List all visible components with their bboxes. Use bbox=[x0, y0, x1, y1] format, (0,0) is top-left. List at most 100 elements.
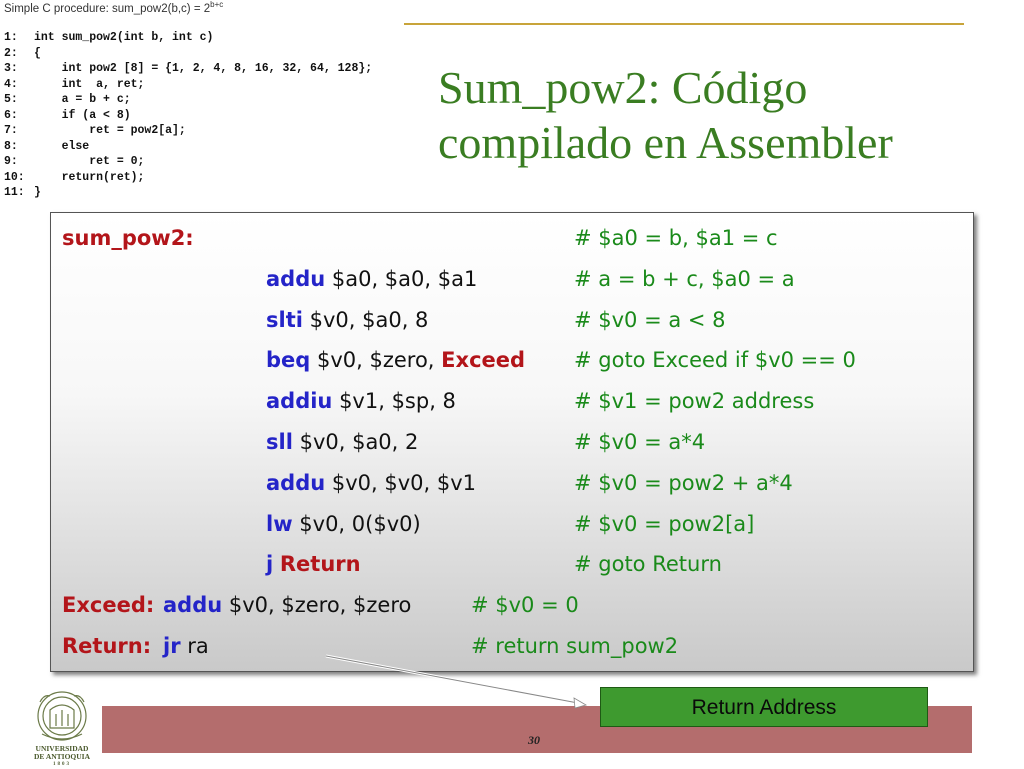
asm-row: beq $v0, $zero, Exceed # goto Exceed if $… bbox=[51, 342, 973, 378]
asm-args: $v0, 0($v0) bbox=[292, 511, 421, 536]
asm-comment: # $a0 = b, $a1 = c bbox=[574, 226, 778, 250]
logo-line-2: DE ANTIOQUIA bbox=[33, 752, 91, 761]
asm-row: sll $v0, $a0, 2 # $v0 = a*4 bbox=[51, 424, 973, 460]
label-return: Return: bbox=[62, 634, 152, 658]
code-line: 1: int sum_pow2(int b, int c) bbox=[4, 30, 372, 46]
page-number: 30 bbox=[528, 733, 540, 747]
assembly-panel: sum_pow2: # $a0 = b, $a1 = c addu $a0, $… bbox=[50, 212, 974, 672]
line-number: 8: bbox=[4, 139, 18, 153]
asm-branch-target: Exceed bbox=[441, 348, 526, 373]
slide-title: Sum_pow2: Código compilado en Assembler bbox=[438, 60, 998, 170]
asm-args: $v1, $sp, 8 bbox=[332, 389, 456, 414]
asm-comment: # $v1 = pow2 address bbox=[574, 389, 815, 414]
asm-instruction: addu $a0, $a0, $a1 bbox=[266, 261, 477, 297]
asm-opcode: addu bbox=[163, 593, 223, 617]
asm-instruction: addu $v0, $v0, $v1 bbox=[266, 465, 476, 501]
asm-comment: # a = b + c, $a0 = a bbox=[574, 266, 795, 291]
line-number: 3: bbox=[4, 62, 18, 75]
asm-comment: # $v0 = a*4 bbox=[574, 430, 706, 454]
line-number: 4: bbox=[4, 77, 18, 91]
title-line-2: compilado en Assembler bbox=[438, 117, 893, 168]
code-line: 9: ret = 0; bbox=[4, 154, 372, 170]
code-line: 3: int pow2 [8] = {1, 2, 4, 8, 16, 32, 6… bbox=[4, 61, 372, 77]
asm-row-exceed: Exceed: addu $v0, $zero, $zero # $v0 = 0 bbox=[51, 587, 973, 623]
code-text: int pow2 [8] = {1, 2, 4, 8, 16, 32, 64, … bbox=[34, 62, 373, 75]
asm-comment: # goto Return bbox=[574, 552, 722, 577]
asm-instruction: addiu $v1, $sp, 8 bbox=[266, 383, 456, 419]
code-line: 11:} bbox=[4, 185, 372, 201]
code-text: else bbox=[34, 139, 90, 153]
line-number: 7: bbox=[4, 124, 18, 137]
code-line: 4: int a, ret; bbox=[4, 77, 372, 93]
asm-args: $v0, $a0, 8 bbox=[302, 307, 429, 332]
asm-branch-target: Return bbox=[279, 552, 361, 577]
asm-row-start: sum_pow2: # $a0 = b, $a1 = c bbox=[51, 220, 973, 256]
code-line: 7: ret = pow2[a]; bbox=[4, 123, 372, 139]
asm-args bbox=[273, 552, 280, 576]
line-number: 9: bbox=[4, 155, 18, 168]
asm-row: addiu $v1, $sp, 8 # $v1 = pow2 address bbox=[51, 383, 973, 419]
caption-exponent: b+c bbox=[210, 0, 224, 9]
asm-row: j Return # goto Return bbox=[51, 546, 973, 582]
code-line: 8: else bbox=[4, 139, 372, 155]
code-line: 10: return(ret); bbox=[4, 170, 372, 186]
asm-opcode: addu bbox=[266, 470, 326, 495]
line-number: 1: bbox=[4, 31, 18, 44]
asm-instruction: jr ra bbox=[163, 628, 209, 664]
asm-comment: # $v0 = 0 bbox=[471, 593, 579, 617]
code-text: if (a < 8) bbox=[34, 108, 131, 122]
asm-args: $v0, $v0, $v1 bbox=[325, 470, 477, 495]
asm-comment: # $v0 = pow2 + a*4 bbox=[574, 470, 793, 495]
asm-row: addu $v0, $v0, $v1 # $v0 = pow2 + a*4 bbox=[51, 465, 973, 501]
asm-comment: # return sum_pow2 bbox=[471, 634, 679, 658]
code-text: } bbox=[34, 186, 41, 199]
asm-instruction: slti $v0, $a0, 8 bbox=[266, 302, 428, 338]
return-address-box: Return Address bbox=[600, 687, 928, 727]
label-exceed: Exceed: bbox=[62, 593, 155, 617]
asm-row: addu $a0, $a0, $a1 # a = b + c, $a0 = a bbox=[51, 261, 973, 297]
code-line: 6: if (a < 8) bbox=[4, 108, 372, 124]
c-code-listing: 1: int sum_pow2(int b, int c) 2: {3: int po… bbox=[4, 30, 372, 201]
asm-instruction: j Return bbox=[266, 546, 361, 582]
asm-instruction: addu $v0, $zero, $zero bbox=[163, 587, 411, 623]
line-number: 11: bbox=[4, 186, 25, 199]
asm-args: ra bbox=[180, 634, 209, 658]
asm-opcode: beq bbox=[266, 348, 311, 373]
asm-instruction: sll $v0, $a0, 2 bbox=[266, 424, 418, 460]
code-text: return(ret); bbox=[34, 170, 145, 184]
label-sum-pow2: sum_pow2: bbox=[62, 226, 194, 250]
asm-comment: # goto Exceed if $v0 == 0 bbox=[574, 348, 856, 373]
asm-opcode: lw bbox=[266, 511, 293, 536]
title-rule bbox=[404, 23, 964, 25]
code-line: 2: { bbox=[4, 46, 372, 62]
caption-text: Simple C procedure: sum_pow2(b,c) = 2 bbox=[4, 2, 211, 15]
asm-row-return: Return: jr ra # return sum_pow2 bbox=[51, 628, 973, 664]
asm-args: $a0, $a0, $a1 bbox=[325, 266, 478, 291]
asm-row: slti $v0, $a0, 8 # $v0 = a < 8 bbox=[51, 302, 973, 338]
line-number: 6: bbox=[4, 108, 18, 122]
asm-instruction: beq $v0, $zero, Exceed bbox=[266, 342, 525, 378]
asm-comment: # $v0 = pow2[a] bbox=[574, 511, 755, 536]
asm-comment: # $v0 = a < 8 bbox=[574, 307, 726, 332]
asm-args: $v0, $a0, 2 bbox=[292, 430, 419, 454]
asm-opcode: sll bbox=[266, 430, 293, 454]
asm-args: $v0, $zero, $zero bbox=[222, 593, 412, 617]
line-number: 5: bbox=[4, 93, 18, 106]
code-text: ret = pow2[a]; bbox=[34, 124, 186, 137]
asm-args: $v0, $zero, bbox=[310, 348, 442, 373]
slide-caption: Simple C procedure: sum_pow2(b,c) = 2b+c bbox=[4, 0, 223, 15]
code-text: { bbox=[34, 46, 41, 60]
code-text: ret = 0; bbox=[34, 155, 145, 168]
asm-opcode: slti bbox=[266, 307, 303, 332]
code-text: int a, ret; bbox=[34, 77, 145, 91]
code-text: a = b + c; bbox=[34, 93, 131, 106]
asm-opcode: addiu bbox=[266, 389, 333, 414]
title-line-1: Sum_pow2: Código bbox=[438, 62, 808, 113]
asm-row: lw $v0, 0($v0) # $v0 = pow2[a] bbox=[51, 506, 973, 542]
asm-instruction: lw $v0, 0($v0) bbox=[266, 506, 421, 542]
code-line: 5: a = b + c; bbox=[4, 92, 372, 108]
asm-opcode: addu bbox=[266, 266, 326, 291]
asm-opcode: jr bbox=[163, 634, 181, 658]
line-number: 10: bbox=[4, 170, 25, 184]
line-number: 2: bbox=[4, 46, 18, 60]
